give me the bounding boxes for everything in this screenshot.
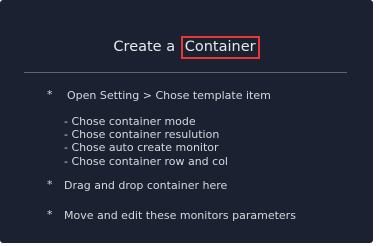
bullet-3: * bbox=[47, 208, 53, 221]
container-drop-panel[interactable]: Create a Container * Open Setting > Chos… bbox=[0, 0, 373, 243]
step-open-setting: Open Setting > Chose template item bbox=[67, 89, 271, 102]
sub-step-auto-create: - Chose auto create monitor bbox=[64, 141, 219, 154]
panel-title: Create a Container bbox=[0, 36, 373, 59]
bullet-1: * bbox=[47, 88, 53, 101]
title-prefix: Create a bbox=[113, 39, 176, 55]
bullet-2: * bbox=[47, 178, 53, 191]
divider bbox=[24, 72, 347, 73]
sub-step-mode: - Chose container mode bbox=[64, 115, 196, 128]
sub-step-row-col: - Chose container row and col bbox=[64, 155, 228, 168]
container-highlight: Container bbox=[180, 36, 260, 59]
sub-step-resolution: - Chose container resulution bbox=[64, 128, 220, 141]
step-move-edit: Move and edit these monitors parameters bbox=[64, 209, 296, 222]
step-drag-drop: Drag and drop container here bbox=[64, 179, 228, 192]
